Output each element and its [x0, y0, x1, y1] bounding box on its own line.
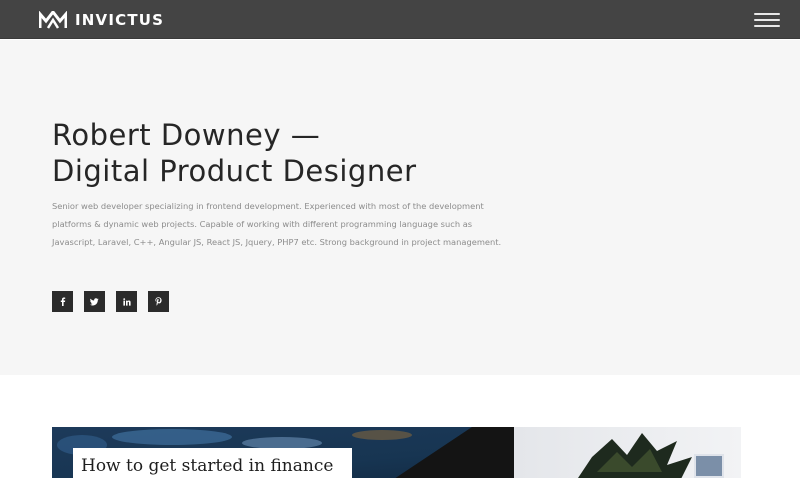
linkedin-button[interactable] — [116, 291, 137, 312]
twitter-button[interactable] — [84, 291, 105, 312]
hero-title-line-1: Robert Downey — — [52, 118, 321, 152]
featured-post-card[interactable]: How to get started in finance — [52, 427, 741, 478]
hamburger-menu-icon[interactable] — [754, 12, 780, 28]
hero-description: Senior web developer specializing in fro… — [52, 201, 502, 247]
navbar: INVICTUS — [0, 0, 800, 39]
brand-name: INVICTUS — [75, 11, 165, 29]
post-title-box: How to get started in finance — [73, 448, 353, 478]
site-logo[interactable]: INVICTUS — [39, 11, 164, 29]
invictus-logo-icon — [39, 11, 67, 29]
pinterest-icon — [155, 297, 162, 306]
social-links — [52, 291, 169, 312]
facebook-icon — [60, 297, 65, 306]
hero-title: Robert Downey — Digital Product Designer — [52, 117, 417, 189]
twitter-icon — [90, 297, 99, 305]
hero-section: Robert Downey — Digital Product Designer… — [0, 40, 800, 375]
pinterest-button[interactable] — [148, 291, 169, 312]
hero-title-line-2: Digital Product Designer — [52, 154, 417, 188]
facebook-button[interactable] — [52, 291, 73, 312]
post-title[interactable]: How to get started in finance — [81, 454, 333, 478]
linkedin-icon — [122, 297, 131, 306]
